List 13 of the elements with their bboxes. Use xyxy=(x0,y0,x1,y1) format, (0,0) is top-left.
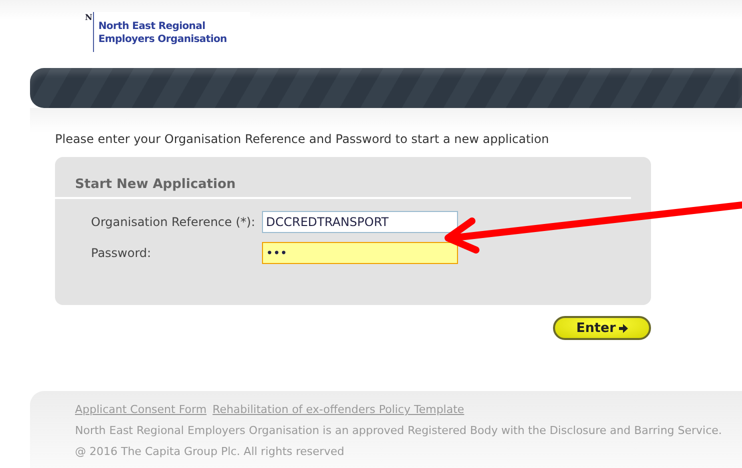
arrow-icon xyxy=(618,324,628,332)
form-title: Start New Application xyxy=(75,177,237,192)
input-field[interactable]: DCCREDTRANSPORT xyxy=(262,211,458,233)
enter-button[interactable]: Enter xyxy=(553,316,651,340)
field-label: Password: xyxy=(91,246,152,260)
logo-text: North East Regional xyxy=(98,20,206,33)
copyright-text: @ 2016 The Capita Group Plc. All rights reserved xyxy=(75,445,346,458)
intro-text: Please enter your Organisation Reference and Password to start a new application xyxy=(55,132,550,146)
input-field[interactable]: ••• xyxy=(262,242,458,264)
field-label: Organisation Reference (*): xyxy=(91,215,256,229)
notice-text: North East Regional Employers Organisation is an approved Registered Body with the Disclosure and Barring Service. xyxy=(75,424,723,437)
logo-text: Employers Organisation xyxy=(98,33,227,46)
logo-letter: N xyxy=(85,12,94,52)
